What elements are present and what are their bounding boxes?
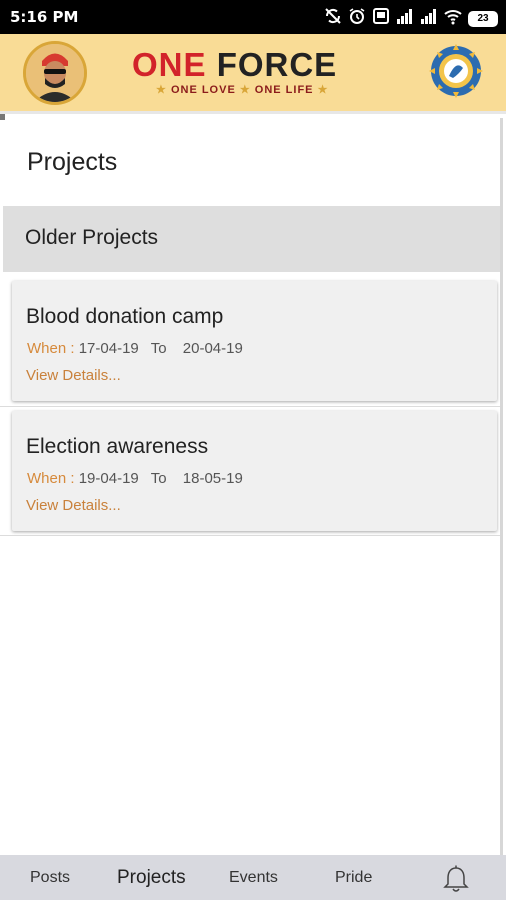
project-dates: When : 17-04-19 To 20-04-19 [27,340,243,357]
page-title: Projects [27,148,118,176]
tagline-one-life: ONE LIFE [254,84,314,96]
app-logo: ONE FORCE ★ ONE LOVE ★ ONE LIFE ★ [132,46,362,97]
nav-pride[interactable]: Pride [335,855,372,900]
divider [0,535,500,536]
bell-icon[interactable] [443,865,469,893]
start-date: 19-04-19 [78,470,139,487]
section-header-label: Older Projects [25,226,159,249]
avatar[interactable] [23,41,87,105]
emblem-icon[interactable] [429,44,483,98]
app-header: ONE FORCE ★ ONE LOVE ★ ONE LIFE ★ [0,34,506,114]
to-label: To [150,340,167,357]
bottom-nav: Posts Projects Events Pride [0,855,506,900]
project-card[interactable]: Blood donation camp When : 17-04-19 To 20… [12,281,497,401]
logo-tagline: ★ ONE LOVE ★ ONE LIFE ★ [156,84,329,96]
logo-one-text: ONE [132,46,207,83]
start-date: 17-04-19 [78,340,139,357]
project-title: Blood donation camp [26,305,224,328]
sync-off-icon [324,7,342,30]
to-label: To [150,470,167,487]
project-title: Election awareness [26,435,209,458]
view-details-link[interactable]: View Details... [26,497,121,514]
notification-icon [372,7,390,30]
when-label: When : [27,470,75,487]
project-card[interactable]: Election awareness When : 19-04-19 To 18-… [12,411,497,531]
battery-icon: 23 [468,10,498,27]
nav-projects[interactable]: Projects [117,855,186,900]
status-icons: 23 [324,7,498,30]
alarm-icon [348,7,366,30]
nav-events[interactable]: Events [229,855,278,900]
drawer-edge [0,114,5,120]
signal-icon [396,7,414,30]
end-date: 20-04-19 [182,340,243,357]
view-details-link[interactable]: View Details... [26,367,121,384]
tagline-one-love: ONE LOVE [170,84,236,96]
divider [0,406,500,407]
end-date: 18-05-19 [182,470,243,487]
status-bar: 5:16 PM 23 [0,0,506,34]
nav-posts[interactable]: Posts [30,855,70,900]
when-label: When : [27,340,75,357]
project-dates: When : 19-04-19 To 18-05-19 [27,470,243,487]
status-time: 5:16 PM [10,8,79,26]
section-header-older-projects[interactable]: Older Projects [3,206,500,272]
logo-force-text: FORCE [216,46,338,83]
signal-icon [420,7,438,30]
scrollbar[interactable] [500,118,503,855]
wifi-icon [444,7,462,30]
